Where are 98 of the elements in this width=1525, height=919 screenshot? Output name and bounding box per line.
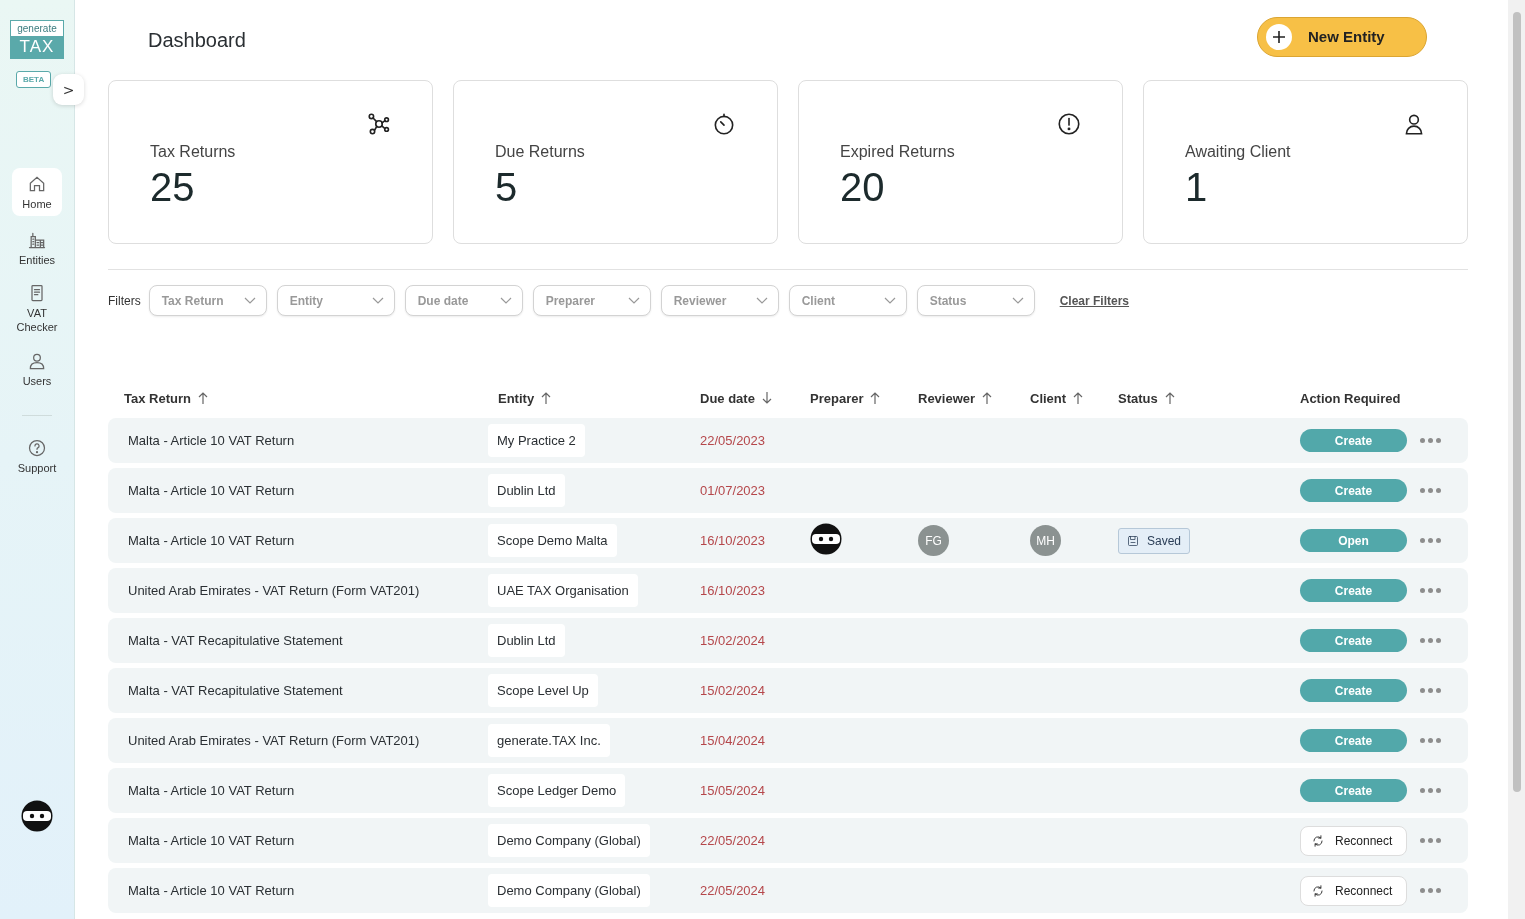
column-header[interactable]: Entity [498, 390, 535, 406]
filters-label: Filters [108, 293, 141, 308]
network-icon [366, 111, 392, 137]
tax-return-cell-text: Malta - Article 10 VAT Return [128, 483, 296, 498]
stat-label: Tax Returns [150, 143, 237, 161]
save-icon [1127, 534, 1139, 547]
stat-label: Awaiting Client [1185, 143, 1292, 161]
beta-badge: BETA [16, 71, 52, 88]
stat-value: 5 [495, 165, 519, 210]
due-date-cell-text: 16/10/2023 [700, 583, 767, 598]
entity-tag: Scope Demo Malta [488, 524, 617, 557]
arrow-down-icon[interactable] [760, 391, 773, 405]
logo-text: TAX [11, 36, 63, 58]
table-row[interactable]: United Arab Emirates - VAT Return (Form VAT201) generate.TAX Inc. 15/04/2024 Create [108, 718, 1468, 763]
expand-sidebar-button[interactable]: > [53, 74, 84, 105]
stat-value: 1 [1185, 165, 1209, 210]
column-header[interactable]: Preparer [810, 390, 864, 406]
chevron-down-icon [755, 296, 768, 305]
nav-item[interactable]: Users [12, 345, 62, 393]
entity-tag: UAE TAX Organisation [488, 574, 638, 607]
arrow-up-icon[interactable] [196, 391, 209, 405]
table-row[interactable]: Malta - Article 10 VAT Return Scope Ledger Demo 15/05/2024 Create [108, 768, 1468, 813]
column-header[interactable]: Client [1030, 390, 1067, 406]
tax-return-cell-text: Malta - VAT Recapitulative Statement [128, 683, 344, 698]
reconnect-button[interactable]: Reconnect [1300, 825, 1407, 856]
stat-value: 25 [150, 165, 196, 210]
tax-return-cell-text: Malta - Article 10 VAT Return [128, 433, 296, 448]
refresh-icon [1311, 883, 1325, 898]
column-header[interactable]: Action Required [1300, 390, 1401, 406]
entity-tag: Demo Company (Global) [488, 874, 650, 907]
entity-tag: Demo Company (Global) [488, 824, 650, 857]
help-icon [27, 437, 47, 458]
entity-tag: Scope Ledger Demo [488, 774, 626, 807]
reconnect-button[interactable]: Reconnect [1300, 875, 1407, 906]
entity-tag: Dublin Ltd [488, 474, 565, 507]
arrow-up-icon[interactable] [1072, 391, 1085, 405]
stat-label: Expired Returns [840, 143, 956, 161]
chevron-down-icon [883, 296, 896, 305]
new-entity-button[interactable]: New Entity [1257, 16, 1427, 57]
table-row[interactable]: Malta - VAT Recapitulative Statement Scope Level Up 15/02/2024 Create [108, 668, 1468, 713]
tax-return-cell-text: Malta - Article 10 VAT Return [128, 533, 296, 548]
chevron-down-icon [627, 296, 640, 305]
due-date-cell-text: 15/02/2024 [700, 683, 767, 698]
entity-tag: My Practice 2 [488, 424, 585, 457]
plus-icon [1266, 23, 1292, 50]
chevron-down-icon [243, 296, 256, 305]
table-row[interactable]: Malta - Article 10 VAT Return Demo Company (Global) 22/05/2024 Reconnect [108, 818, 1468, 863]
table-row[interactable]: Malta - Article 10 VAT Return Dublin Ltd 01/07/2023 Create [108, 468, 1468, 513]
scrollbar-thumb[interactable] [1512, 12, 1521, 792]
column-header[interactable]: Due date [700, 390, 755, 406]
table-row[interactable]: United Arab Emirates - VAT Return (Form VAT201) UAE TAX Organisation 16/10/2023 Create [108, 568, 1468, 613]
due-date-cell-text: 16/10/2023 [700, 533, 767, 548]
column-header[interactable]: Reviewer [918, 390, 976, 406]
page-title: Dashboard [148, 28, 246, 52]
arrow-up-icon[interactable] [981, 391, 994, 405]
refresh-icon [1311, 833, 1325, 848]
table-row[interactable]: Malta - VAT Recapitulative Statement Dublin Ltd 15/02/2024 Create [108, 618, 1468, 663]
tax-return-cell-text: United Arab Emirates - VAT Return (Form VAT201) [128, 733, 421, 748]
avatar-icon[interactable] [21, 800, 53, 832]
nav-item[interactable]: Support [12, 432, 62, 480]
tax-return-cell-text: Malta - Article 10 VAT Return [128, 783, 296, 798]
stat-label: Due Returns [495, 143, 586, 161]
logo-text: generate [17, 22, 57, 36]
entity-tag: Dublin Ltd [488, 624, 565, 657]
status-badge: Saved [1118, 527, 1191, 554]
tax-return-cell-text: Malta - Article 10 VAT Return [128, 883, 296, 898]
due-date-cell-text: 15/02/2024 [700, 633, 767, 648]
due-date-cell-text: 01/07/2023 [700, 483, 767, 498]
alert-icon [1056, 111, 1082, 137]
column-header[interactable]: Tax Return [124, 390, 191, 406]
table-row[interactable]: Malta - Article 10 VAT Return My Practice 2 22/05/2023 Create [108, 418, 1468, 463]
chevron-down-icon [1011, 296, 1024, 305]
arrow-up-icon[interactable] [869, 391, 882, 405]
due-date-cell-text: 15/04/2024 [700, 733, 767, 748]
tax-return-cell-text: Malta - VAT Recapitulative Statement [128, 633, 344, 648]
due-date-cell-text: 22/05/2024 [700, 883, 767, 898]
table-row[interactable]: Malta - Article 10 VAT Return Scope Demo Malta 16/10/2023 FG MH Saved Open [108, 518, 1468, 563]
due-date-cell-text: 15/05/2024 [700, 783, 767, 798]
stat-value: 20 [840, 165, 886, 210]
clear-filters-link[interactable]: Clear Filters [1059, 293, 1130, 308]
due-date-cell-text: 22/05/2024 [700, 833, 767, 848]
table-row[interactable]: Malta - Article 10 VAT Return Demo Company (Global) 22/05/2024 Reconnect [108, 868, 1468, 913]
logo[interactable]: generate TAX [10, 20, 64, 59]
nav-item[interactable]: Home [12, 168, 62, 216]
client-avatar: MH [1030, 525, 1061, 556]
column-header[interactable]: Status [1118, 390, 1158, 406]
chevron-down-icon [371, 296, 384, 305]
due-date-cell-text: 22/05/2023 [700, 433, 767, 448]
entity-tag: generate.TAX Inc. [488, 724, 610, 757]
tax-return-cell-text: Malta - Article 10 VAT Return [128, 833, 296, 848]
entity-tag: Scope Level Up [488, 674, 598, 707]
tax-return-cell-text: United Arab Emirates - VAT Return (Form VAT201) [128, 583, 421, 598]
arrow-up-icon[interactable] [1163, 391, 1176, 405]
chevron-down-icon [499, 296, 512, 305]
reviewer-avatar: FG [918, 525, 949, 556]
nav-item[interactable]: Entities [12, 224, 62, 272]
nav-item[interactable]: VAT Checker [12, 280, 62, 337]
arrow-up-icon[interactable] [540, 391, 553, 405]
